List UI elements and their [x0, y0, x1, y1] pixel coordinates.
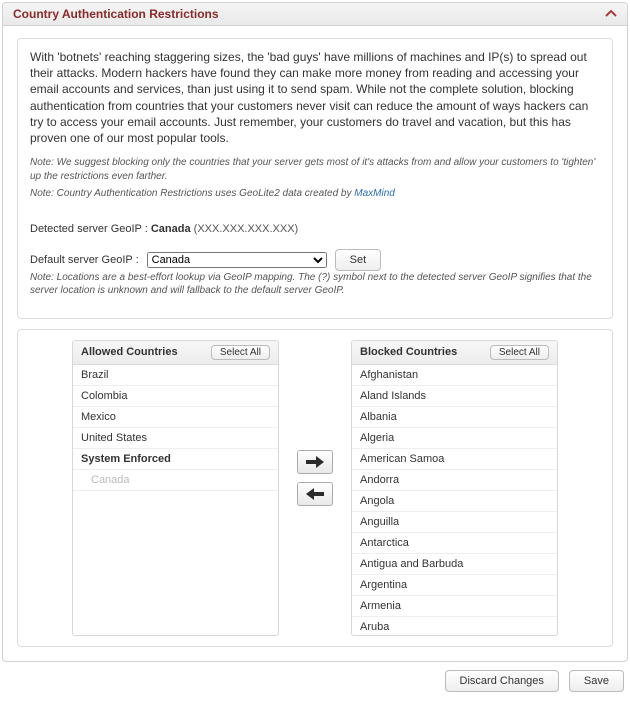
maxmind-link[interactable]: MaxMind [354, 188, 395, 199]
blocked-panel: Blocked Countries Select All Afghanistan… [351, 340, 558, 636]
arrow-right-icon [306, 456, 324, 468]
move-left-button[interactable] [297, 482, 333, 506]
list-item[interactable]: Afghanistan [352, 365, 557, 386]
allowed-header: Allowed Countries Select All [73, 341, 278, 365]
panel-header[interactable]: Country Authentication Restrictions [3, 3, 627, 26]
list-item[interactable]: Antigua and Barbuda [352, 554, 557, 575]
set-button[interactable]: Set [335, 249, 382, 271]
list-item[interactable]: Brazil [73, 365, 278, 386]
page-root: Country Authentication Restrictions With… [0, 0, 630, 702]
detected-geoip-row: Detected server GeoIP : Canada (XXX.XXX.… [30, 223, 600, 235]
note-geolite: Note: Country Authentication Restriction… [30, 187, 600, 201]
list-item[interactable]: Aland Islands [352, 386, 557, 407]
list-item[interactable]: Angola [352, 491, 557, 512]
panel-body: With 'botnets' reaching staggering sizes… [3, 26, 627, 661]
allowed-select-all-button[interactable]: Select All [211, 345, 270, 360]
detected-geoip-label: Detected server GeoIP : [30, 223, 151, 235]
arrow-left-icon [306, 488, 324, 500]
list-item: Canada [73, 470, 278, 491]
detected-geoip-country: Canada [151, 223, 191, 235]
list-item[interactable]: Aruba [352, 617, 557, 635]
dual-list: Allowed Countries Select All BrazilColom… [17, 329, 613, 647]
intro-paragraph: With 'botnets' reaching staggering sizes… [30, 49, 600, 146]
list-item[interactable]: Albania [352, 407, 557, 428]
blocked-select-all-button[interactable]: Select All [490, 345, 549, 360]
note-geolite-prefix: Note: Country Authentication Restriction… [30, 188, 354, 199]
allowed-title: Allowed Countries [81, 346, 178, 358]
list-item[interactable]: Antarctica [352, 533, 557, 554]
default-geoip-row: Default server GeoIP : Canada Set [30, 249, 600, 271]
note-suggest: Note: We suggest blocking only the count… [30, 156, 600, 183]
list-item[interactable]: Anguilla [352, 512, 557, 533]
blocked-title: Blocked Countries [360, 346, 457, 358]
list-item[interactable]: Argentina [352, 575, 557, 596]
list-item[interactable]: Armenia [352, 596, 557, 617]
list-item[interactable]: Algeria [352, 428, 557, 449]
list-item[interactable]: Colombia [73, 386, 278, 407]
allowed-panel: Allowed Countries Select All BrazilColom… [72, 340, 279, 636]
move-right-button[interactable] [297, 450, 333, 474]
info-box: With 'botnets' reaching staggering sizes… [17, 38, 613, 319]
detected-geoip-ip: (XXX.XXX.XXX.XXX) [191, 223, 299, 235]
allowed-list[interactable]: BrazilColombiaMexicoUnited StatesSystem … [73, 365, 278, 635]
discard-changes-button[interactable]: Discard Changes [445, 670, 559, 692]
main-panel: Country Authentication Restrictions With… [2, 2, 628, 662]
footer-actions: Discard Changes Save [2, 670, 628, 692]
collapse-icon[interactable] [605, 8, 617, 20]
geoip-footnote: Note: Locations are a best-effort lookup… [30, 271, 600, 298]
list-item[interactable]: American Samoa [352, 449, 557, 470]
blocked-list[interactable]: AfghanistanAland IslandsAlbaniaAlgeriaAm… [352, 365, 557, 635]
list-item: System Enforced [73, 449, 278, 470]
blocked-header: Blocked Countries Select All [352, 341, 557, 365]
list-item[interactable]: Andorra [352, 470, 557, 491]
transfer-controls [279, 450, 351, 506]
list-item[interactable]: United States [73, 428, 278, 449]
list-item[interactable]: Mexico [73, 407, 278, 428]
panel-title: Country Authentication Restrictions [13, 7, 219, 21]
default-geoip-select[interactable]: Canada [147, 252, 327, 268]
save-button[interactable]: Save [569, 670, 624, 692]
default-geoip-label: Default server GeoIP : [30, 254, 139, 266]
